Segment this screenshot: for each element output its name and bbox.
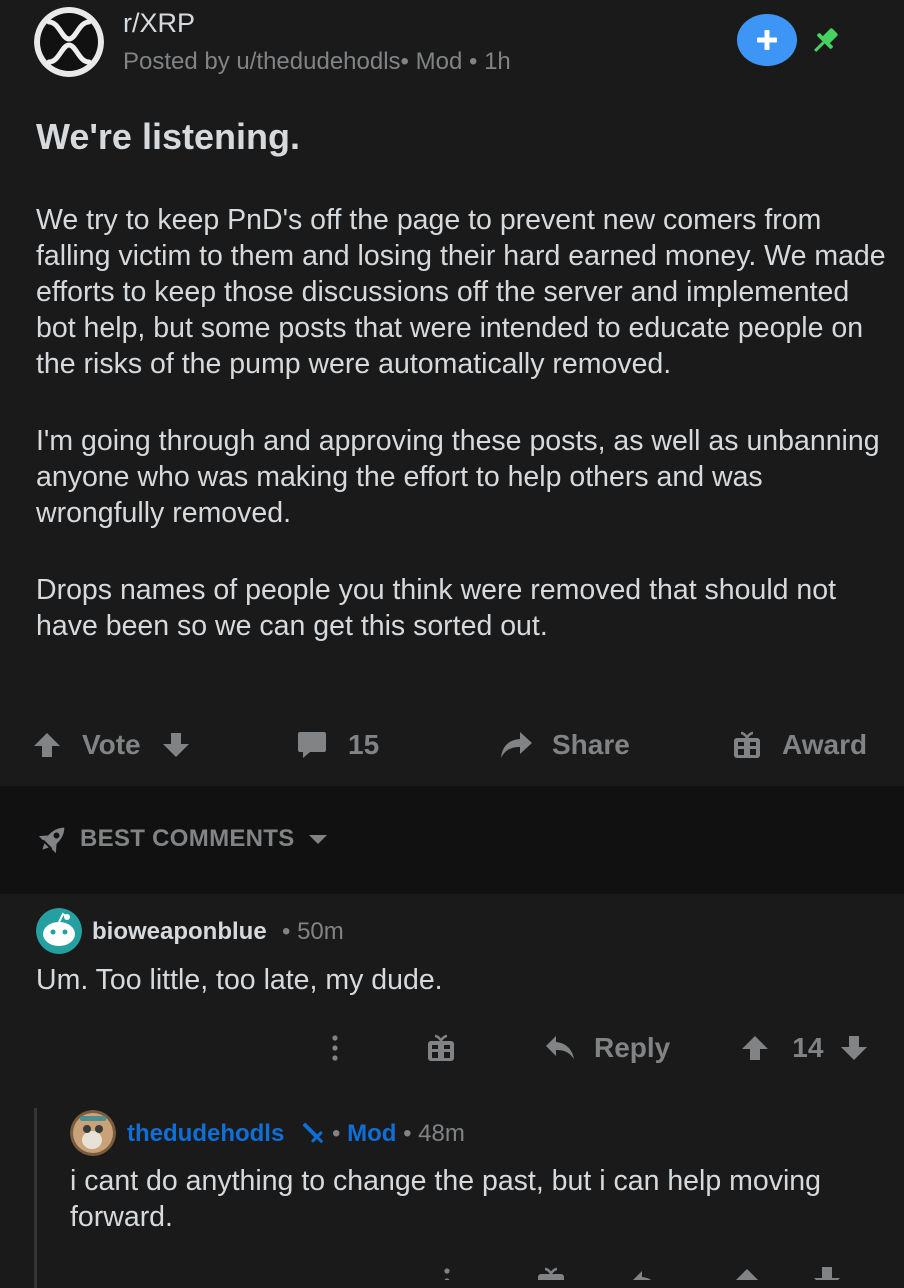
arrow-down-icon[interactable] bbox=[812, 1264, 842, 1280]
rocket-icon bbox=[38, 827, 65, 854]
arrow-up-icon[interactable] bbox=[32, 730, 62, 760]
comment-score: 14 bbox=[792, 1032, 824, 1063]
sort-dropdown[interactable]: BEST COMMENTS bbox=[36, 822, 329, 856]
comment-meta: • 50m bbox=[282, 918, 344, 946]
arrow-up-icon[interactable] bbox=[732, 1266, 762, 1280]
meta-separator: • bbox=[332, 1120, 341, 1147]
comment-age: 50m bbox=[297, 918, 344, 945]
post-paragraph: We try to keep PnD's off the page to pre… bbox=[36, 204, 886, 380]
comment-action-bar bbox=[430, 1264, 880, 1280]
gift-icon bbox=[734, 731, 760, 758]
share-button[interactable]: Share bbox=[498, 720, 630, 770]
posted-by[interactable]: Posted by u/thedudehodls bbox=[123, 48, 401, 75]
meta-separator: • bbox=[282, 918, 291, 945]
comments-header: BEST COMMENTS bbox=[0, 786, 904, 894]
comment-text: i cant do anything to change the past, b… bbox=[70, 1165, 822, 1233]
reply-arrow-icon[interactable] bbox=[630, 1268, 662, 1280]
gift-icon[interactable] bbox=[426, 1033, 456, 1063]
post: r/XRP Posted by u/thedudehodls• Mod • 1h… bbox=[0, 0, 904, 786]
post-body: We try to keep PnD's off the page to pre… bbox=[36, 202, 886, 685]
share-label: Share bbox=[552, 729, 630, 760]
comment-age: 48m bbox=[418, 1120, 465, 1147]
reply-label: Reply bbox=[594, 1032, 671, 1063]
meta-separator: • bbox=[400, 48, 409, 75]
kebab-menu-icon[interactable] bbox=[430, 1264, 464, 1280]
comment-text: Um. Too little, too late, my dude. bbox=[36, 964, 443, 996]
award-label: Award bbox=[782, 729, 868, 760]
caret-down-icon bbox=[308, 835, 327, 844]
meta-separator: • bbox=[468, 48, 478, 75]
arrow-down-icon[interactable] bbox=[839, 1033, 869, 1063]
xrp-logo-icon[interactable] bbox=[34, 7, 104, 77]
comments-button[interactable]: 15 bbox=[296, 720, 379, 770]
sword-icon bbox=[302, 1122, 324, 1144]
role-label: Mod bbox=[415, 48, 463, 75]
comment-username[interactable]: bioweaponblue bbox=[92, 918, 267, 946]
reply-button[interactable]: Reply bbox=[544, 1032, 670, 1064]
gift-icon[interactable] bbox=[536, 1266, 566, 1280]
reply-arrow-icon bbox=[546, 1036, 574, 1059]
avatar[interactable] bbox=[70, 1110, 116, 1156]
comment-reply: thedudehodls • Mod • 48m i cant do anyth… bbox=[0, 1108, 904, 1280]
arrow-up-icon[interactable] bbox=[740, 1033, 770, 1063]
post-meta: Posted by u/thedudehodls• Mod • 1h bbox=[123, 48, 511, 76]
arrow-down-icon[interactable] bbox=[161, 730, 191, 760]
post-title[interactable]: We're listening. bbox=[36, 116, 300, 158]
pin-icon bbox=[814, 28, 838, 52]
speech-bubble-icon bbox=[298, 732, 326, 758]
sort-label: BEST COMMENTS bbox=[80, 825, 295, 852]
comments-count: 15 bbox=[348, 729, 380, 760]
meta-separator: • bbox=[403, 1120, 412, 1147]
join-button[interactable] bbox=[737, 14, 797, 66]
comment-username[interactable]: thedudehodls bbox=[127, 1120, 284, 1148]
post-action-bar: Vote 15 Share Award bbox=[0, 720, 904, 770]
avatar[interactable] bbox=[36, 908, 82, 954]
plus-icon bbox=[757, 30, 777, 50]
vote-control: Vote bbox=[32, 720, 191, 770]
post-paragraph: I'm going through and approving these po… bbox=[36, 425, 880, 529]
post-age: 1h bbox=[484, 48, 511, 75]
kebab-menu-icon[interactable] bbox=[318, 1031, 352, 1065]
share-arrow-icon bbox=[501, 732, 532, 758]
comment: bioweaponblue • 50m Um. Too little, too … bbox=[0, 894, 904, 1108]
post-paragraph: Drops names of people you think were rem… bbox=[36, 574, 837, 642]
comment-action-bar: Reply 14 bbox=[318, 1026, 878, 1070]
subreddit-name[interactable]: r/XRP bbox=[123, 8, 195, 39]
vote-label: Vote bbox=[82, 729, 141, 760]
comment-meta: • Mod • 48m bbox=[332, 1120, 465, 1148]
award-button[interactable]: Award bbox=[732, 720, 867, 770]
mod-label: Mod bbox=[347, 1120, 397, 1147]
